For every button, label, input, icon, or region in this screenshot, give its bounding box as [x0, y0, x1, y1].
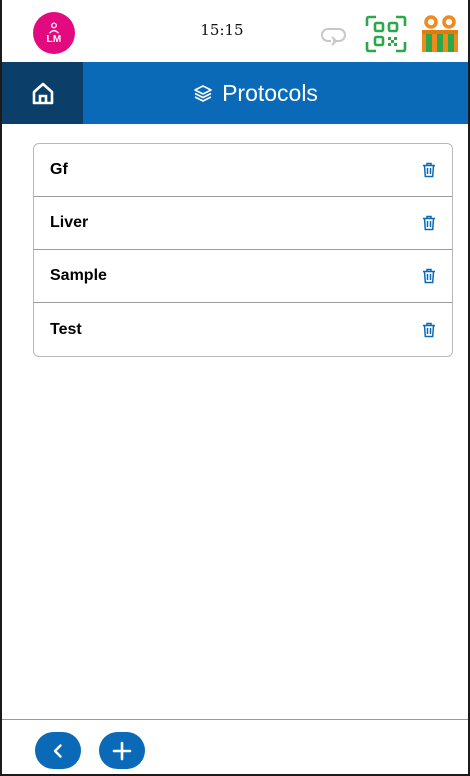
- chevron-left-icon: [53, 743, 62, 758]
- protocol-name: Gf: [50, 161, 68, 178]
- trash-icon[interactable]: [420, 214, 438, 232]
- protocol-row[interactable]: Liver: [34, 197, 452, 250]
- footer-bar: [2, 719, 468, 774]
- status-bar: LM 15:15: [2, 0, 468, 62]
- protocol-row[interactable]: Gf: [34, 144, 452, 197]
- user-avatar[interactable]: LM: [33, 12, 75, 54]
- avatar-initials: LM: [46, 34, 62, 45]
- home-button[interactable]: [2, 62, 83, 124]
- add-protocol-button[interactable]: [99, 732, 145, 769]
- page-title-bar: Protocols: [83, 62, 468, 124]
- protocol-row[interactable]: Test: [34, 303, 452, 356]
- clock: 15:15: [200, 21, 244, 39]
- plus-icon: [112, 741, 132, 760]
- home-icon: [32, 82, 53, 105]
- protocol-list: Gf Liver Sample Test: [33, 143, 453, 357]
- back-button[interactable]: [35, 732, 81, 769]
- trash-icon[interactable]: [420, 161, 438, 179]
- sync-icon[interactable]: [319, 25, 349, 52]
- layers-icon: [194, 85, 212, 102]
- protocol-name: Liver: [50, 214, 89, 231]
- page-title: Protocols: [222, 79, 318, 106]
- user-icon: [49, 22, 59, 34]
- qr-code-icon[interactable]: [365, 15, 407, 58]
- trash-icon[interactable]: [420, 267, 438, 285]
- protocol-row[interactable]: Sample: [34, 250, 452, 303]
- protocol-name: Test: [50, 320, 82, 338]
- trash-icon[interactable]: [420, 321, 438, 339]
- protocol-name: Sample: [50, 267, 107, 284]
- app-header: Protocols: [2, 62, 468, 124]
- app-frame: LM 15:15 Protocols Gf Liver Sample Test: [0, 0, 470, 776]
- gift-icon[interactable]: [420, 14, 460, 59]
